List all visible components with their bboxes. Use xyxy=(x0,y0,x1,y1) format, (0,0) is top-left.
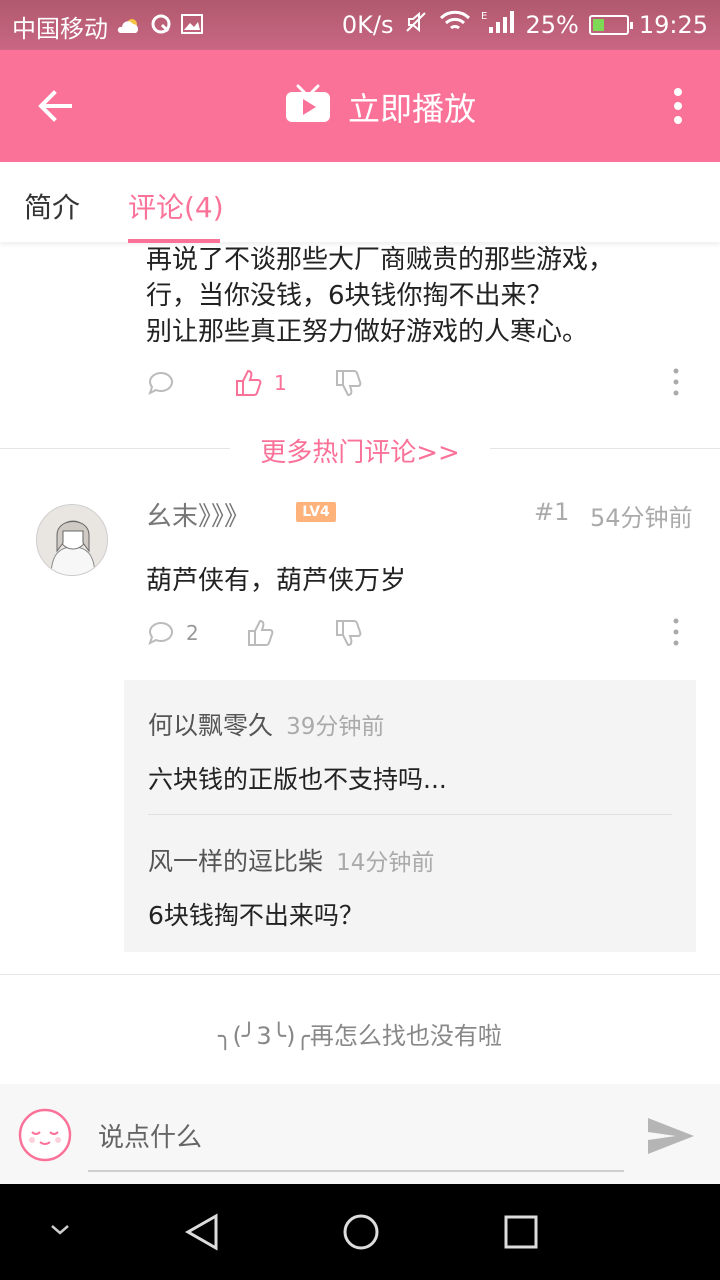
reply-divider xyxy=(148,814,672,815)
carrier-label: 中国移动 xyxy=(12,15,108,43)
play-now-button[interactable]: 立即播放 xyxy=(284,84,476,130)
reply-username[interactable]: 何以飘零久 xyxy=(148,711,273,740)
list-end-divider xyxy=(0,974,720,975)
hot-comment-line: 行，当你没钱，6块钱你掏不出来？ xyxy=(146,281,553,311)
nav-back-icon[interactable] xyxy=(184,1212,220,1256)
thumbs-up-icon xyxy=(248,619,274,646)
comment-text: 葫芦侠有，葫芦侠万岁 xyxy=(146,566,407,596)
nav-recents-icon[interactable] xyxy=(503,1212,539,1256)
signal-icon: E xyxy=(481,9,515,41)
level-badge: LV4 xyxy=(296,502,336,522)
comment-more-icon[interactable] xyxy=(672,368,680,396)
emoji-icon[interactable] xyxy=(18,1108,72,1162)
network-type-label: E xyxy=(481,11,487,22)
tv-icon xyxy=(284,84,332,130)
reply-text: 六块钱的正版也不支持吗... xyxy=(148,765,447,794)
nav-home-icon[interactable] xyxy=(342,1212,380,1256)
comment-floor: #1 xyxy=(534,498,570,526)
hot-comment-actions: 1 xyxy=(146,368,696,398)
status-bar: 中国移动 0K/s E 25% 19:25 xyxy=(0,0,720,50)
reply-time: 39分钟前 xyxy=(286,714,385,740)
more-hot-comments-link[interactable]: 更多热门评论>> xyxy=(0,432,720,469)
like-count: 1 xyxy=(274,371,287,395)
hot-comment-line: 再说了不谈那些大厂商贼贵的那些游戏， xyxy=(146,245,615,275)
search-app-icon xyxy=(150,13,172,41)
avatar[interactable] xyxy=(36,504,108,576)
battery-icon xyxy=(588,15,633,35)
overflow-menu-icon[interactable] xyxy=(672,86,684,126)
screen: 中国移动 0K/s E 25% 19:25 立即播放 简介 评论(4) 再说了不… xyxy=(0,0,720,1280)
mute-icon xyxy=(403,9,429,41)
app-bar: 立即播放 xyxy=(0,50,720,162)
page-title: 立即播放 xyxy=(348,90,477,128)
reply-item[interactable]: 风一样的逗比柴 14分钟前 6块钱掏不出来吗？ xyxy=(148,842,672,932)
reply-list[interactable]: 何以飘零久 39分钟前 六块钱的正版也不支持吗... 风一样的逗比柴 14分钟前… xyxy=(124,680,696,952)
clock: 19:25 xyxy=(638,11,708,39)
comment-actions: 2 xyxy=(146,618,696,648)
active-tab-indicator xyxy=(128,239,220,243)
reply-item[interactable]: 何以飘零久 39分钟前 六块钱的正版也不支持吗... xyxy=(148,706,672,796)
wifi-icon xyxy=(439,10,471,40)
like-button[interactable] xyxy=(246,618,276,648)
comment-time: 54分钟前 xyxy=(590,504,693,532)
reply-text: 6块钱掏不出来吗？ xyxy=(148,901,364,930)
dislike-button[interactable] xyxy=(334,618,364,648)
comment-more-icon[interactable] xyxy=(672,618,680,646)
reply-button[interactable] xyxy=(146,368,176,398)
comment-input-bar xyxy=(0,1084,720,1184)
like-button[interactable]: 1 xyxy=(234,368,287,398)
thumbs-up-icon xyxy=(236,369,262,396)
thumbs-down-icon xyxy=(336,370,362,397)
tab-bar: 简介 评论(4) xyxy=(0,162,720,243)
network-speed: 0K/s xyxy=(341,11,394,39)
nav-hide-icon[interactable] xyxy=(46,1220,74,1244)
dislike-button[interactable] xyxy=(334,368,364,398)
back-arrow-icon[interactable] xyxy=(30,80,82,132)
send-icon[interactable] xyxy=(646,1114,696,1158)
hot-comment-text: 再说了不谈那些大厂商贼贵的那些游戏， 行，当你没钱，6块钱你掏不出来？ 别让那些… xyxy=(146,242,706,350)
reply-button[interactable]: 2 xyxy=(146,618,199,648)
reply-time: 14分钟前 xyxy=(336,850,435,876)
comment-username[interactable]: 幺末》》》 xyxy=(146,496,250,533)
comment-input[interactable] xyxy=(88,1106,624,1172)
tab-intro[interactable]: 简介 xyxy=(24,186,80,226)
reply-icon xyxy=(148,622,173,645)
system-nav-bar xyxy=(0,1184,720,1280)
reply-count: 2 xyxy=(186,621,199,645)
more-hot-comments: 更多热门评论>> xyxy=(0,428,720,468)
battery-percent: 25% xyxy=(525,11,579,39)
image-icon xyxy=(180,13,204,41)
thumbs-down-icon xyxy=(336,620,362,647)
weather-icon xyxy=(116,13,142,41)
tab-comments[interactable]: 评论(4) xyxy=(128,186,224,226)
comment-list[interactable]: 再说了不谈那些大厂商贼贵的那些游戏， 行，当你没钱，6块钱你掏不出来？ 别让那些… xyxy=(0,242,720,1084)
hot-comment-line: 别让那些真正努力做好游戏的人寒心。 xyxy=(146,317,589,347)
reply-username[interactable]: 风一样的逗比柴 xyxy=(148,847,323,876)
reply-icon xyxy=(148,372,173,395)
end-of-list-message: ╮(╯3╰)╭再怎么找也没有啦 xyxy=(218,1022,502,1050)
